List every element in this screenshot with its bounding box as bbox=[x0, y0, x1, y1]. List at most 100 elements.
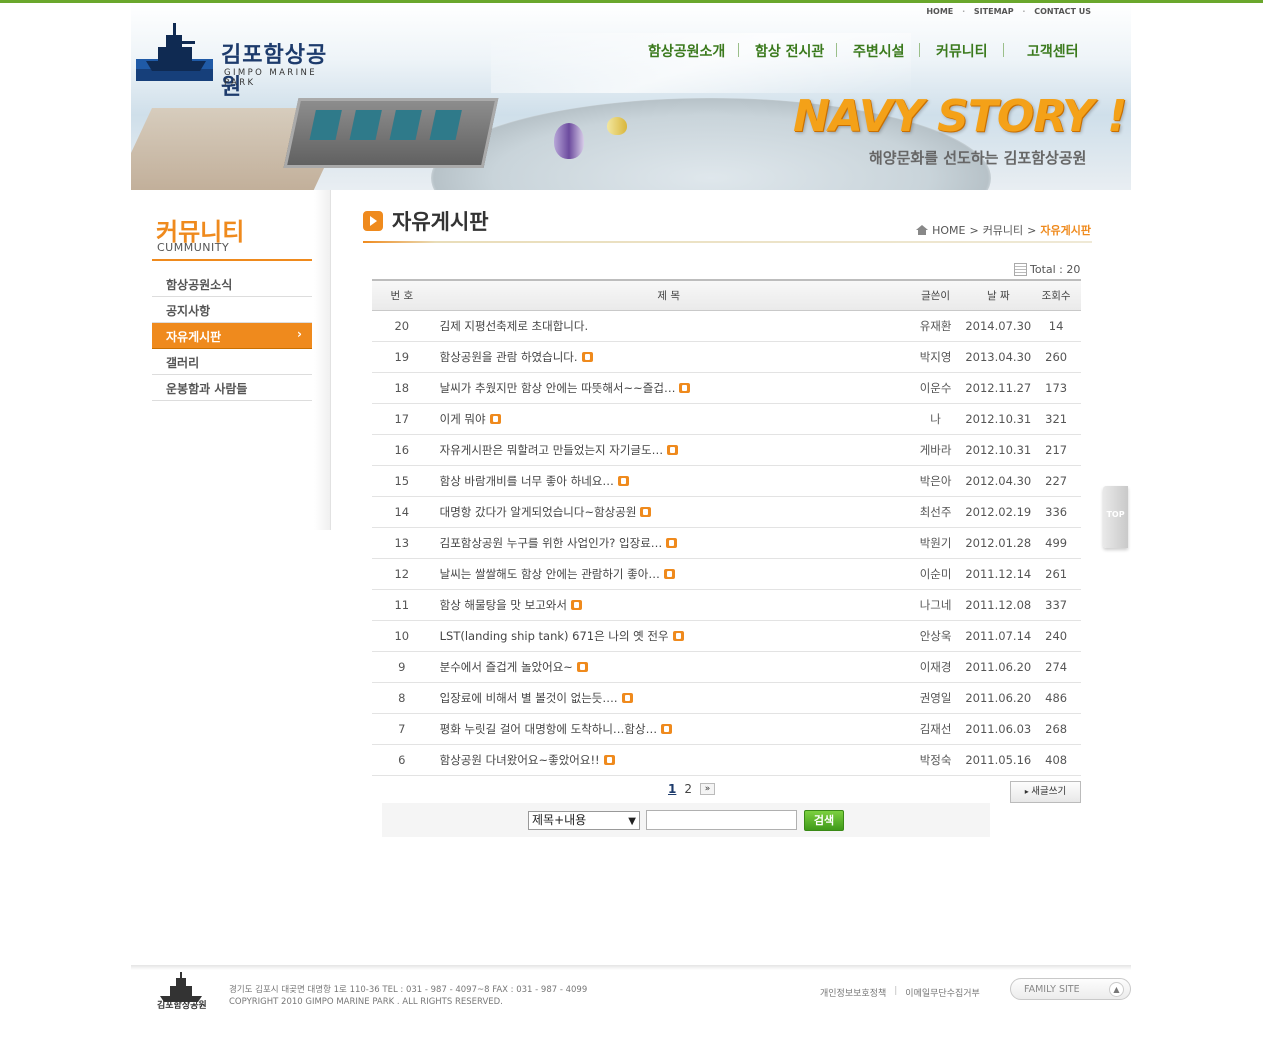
family-site-label: FAMILY SITE bbox=[1024, 984, 1080, 995]
row-title-link-text: 김포함상공원 누구를 위한 사업인가? 입장료… bbox=[439, 535, 663, 550]
logo-subtitle: GIMPO MARINE PARK bbox=[224, 68, 318, 88]
gnb-item-community[interactable]: 커뮤니티 bbox=[936, 41, 988, 61]
footer-copyright: COPYRIGHT 2010 GIMPO MARINE PARK . ALL R… bbox=[229, 997, 503, 1007]
search-input[interactable] bbox=[646, 810, 797, 830]
util-sitemap-link[interactable]: SITEMAP bbox=[974, 7, 1014, 16]
row-title-link[interactable]: 김제 지평선축제로 초대합니다. bbox=[431, 310, 906, 342]
privacy-policy-link[interactable]: 개인정보보호정책 bbox=[820, 986, 886, 999]
email-refusal-link[interactable]: 이메일무단수집거부 bbox=[905, 986, 980, 999]
row-title-link[interactable]: 대명항 갔다가 알게되었습니다~함상공원 bbox=[431, 496, 906, 528]
util-contact-link[interactable]: CONTACT US bbox=[1034, 7, 1091, 16]
page-link[interactable]: 2 bbox=[684, 782, 692, 796]
table-row: 17 이게 뭐야 나 2012.10.31 321 bbox=[372, 403, 1081, 435]
row-author: 박원기 bbox=[905, 527, 966, 559]
sidebar-item-notice[interactable]: 공지사항 bbox=[152, 297, 312, 323]
row-title-link[interactable]: 평화 누릿길 걸어 대명항에 도착하니…함상… bbox=[431, 713, 906, 745]
row-title-link[interactable]: 날씨가 추웠지만 함상 안에는 따뜻해서~~즐겁… bbox=[431, 372, 906, 404]
row-views: 260 bbox=[1031, 341, 1081, 373]
gnb-item-support[interactable]: 고객센터 bbox=[1027, 41, 1079, 61]
row-number: 12 bbox=[372, 558, 432, 590]
total-count-label: Total : 20 bbox=[1030, 263, 1081, 276]
row-views-text: 337 bbox=[1045, 597, 1068, 612]
row-author-text: 박원기 bbox=[919, 535, 952, 550]
row-date-text: 2012.04.30 bbox=[965, 473, 1032, 488]
row-date-text: 2011.06.20 bbox=[965, 690, 1032, 705]
row-author-text: 이운수 bbox=[919, 380, 952, 395]
row-views-text: 173 bbox=[1045, 380, 1068, 395]
util-home-link[interactable]: HOME bbox=[926, 7, 953, 16]
row-title-link[interactable]: 입장료에 비해서 별 볼것이 없는듯…. bbox=[431, 682, 906, 714]
row-author: 나 bbox=[905, 403, 966, 435]
row-author-text: 유재환 bbox=[919, 318, 952, 333]
sidebar-item-news[interactable]: 함상공원소식 bbox=[152, 271, 312, 297]
search-field-select[interactable]: 제목+내용 ▼ bbox=[528, 811, 640, 830]
new-post-icon bbox=[667, 444, 679, 455]
row-views: 336 bbox=[1031, 496, 1081, 528]
footer-divider bbox=[131, 965, 1131, 970]
new-post-icon bbox=[489, 413, 501, 424]
row-number-text: 18 bbox=[394, 380, 410, 395]
row-title-link[interactable]: 함상 해물탕을 맛 보고와서 bbox=[431, 589, 906, 621]
site-logo[interactable]: 김포함상공원 GIMPO MARINE PARK bbox=[136, 21, 346, 100]
search-field-selected: 제목+내용 bbox=[532, 813, 587, 827]
row-views-text: 240 bbox=[1045, 628, 1068, 643]
row-date-text: 2013.04.30 bbox=[965, 349, 1032, 364]
row-title-link[interactable]: LST(landing ship tank) 671은 나의 옛 전우 bbox=[431, 620, 906, 652]
sidebar-item-free-board[interactable]: 자유게시판 › bbox=[152, 323, 312, 349]
family-site-select[interactable]: FAMILY SITE ▲ bbox=[1010, 978, 1131, 1000]
table-row: 19 함상공원을 관람 하였습니다. 박지영 2013.04.30 260 bbox=[372, 341, 1081, 373]
row-title-link[interactable]: 함상 바람개비를 너무 좋아 하네요… bbox=[431, 465, 906, 497]
row-author: 김재선 bbox=[905, 713, 966, 745]
row-date: 2011.06.20 bbox=[965, 682, 1032, 714]
table-row: 8 입장료에 비해서 별 볼것이 없는듯…. 권영일 2011.06.20 486 bbox=[372, 682, 1081, 714]
new-post-icon bbox=[576, 661, 588, 672]
row-title-link-text: 함상공원을 관람 하였습니다. bbox=[439, 349, 578, 364]
balloon-icon bbox=[607, 117, 627, 135]
row-author: 박정숙 bbox=[905, 744, 966, 776]
gnb-item-facilities[interactable]: 주변시설 bbox=[853, 41, 905, 61]
row-views: 337 bbox=[1031, 589, 1081, 621]
row-number-text: 8 bbox=[398, 690, 406, 705]
page-link-current[interactable]: 1 bbox=[668, 782, 676, 796]
row-views-text: 499 bbox=[1045, 535, 1068, 550]
row-date: 2012.02.19 bbox=[965, 496, 1032, 528]
row-author-text: 박지영 bbox=[919, 349, 952, 364]
gnb-item-exhibition[interactable]: 함상 전시관 bbox=[755, 41, 824, 61]
row-author: 유재환 bbox=[905, 310, 966, 342]
sidebar-item-gallery[interactable]: 갤러리 bbox=[152, 349, 312, 375]
table-row: 20 김제 지평선축제로 초대합니다. 유재환 2014.07.30 14 bbox=[372, 310, 1081, 342]
write-post-button[interactable]: 새글쓰기 bbox=[1010, 781, 1081, 803]
row-title-link[interactable]: 김포함상공원 누구를 위한 사업인가? 입장료… bbox=[431, 527, 906, 559]
row-views-text: 268 bbox=[1045, 721, 1068, 736]
pagination: 1 2 » bbox=[668, 782, 715, 796]
sidebar-divider bbox=[152, 259, 312, 261]
row-title-link[interactable]: 분수에서 즐겁게 놀았어요~ bbox=[431, 651, 906, 683]
row-number: 19 bbox=[372, 341, 432, 373]
new-post-icon bbox=[617, 475, 629, 486]
row-number: 18 bbox=[372, 372, 432, 404]
row-title-link-text: 함상 바람개비를 너무 좋아 하네요… bbox=[439, 473, 614, 488]
row-author-text: 최선주 bbox=[919, 504, 952, 519]
scroll-top-button[interactable]: TOP bbox=[1103, 486, 1128, 548]
gnb-item-intro[interactable]: 함상공원소개 bbox=[648, 41, 725, 61]
new-post-icon bbox=[640, 506, 652, 517]
row-title-link[interactable]: 자유게시판은 뭐할려고 만들었는지 자기글도… bbox=[431, 434, 906, 466]
next-page-icon[interactable]: » bbox=[700, 783, 715, 795]
row-title-link[interactable]: 이게 뭐야 bbox=[431, 403, 906, 435]
row-title-link[interactable]: 함상공원을 관람 하였습니다. bbox=[431, 341, 906, 373]
row-author: 이재경 bbox=[905, 651, 966, 683]
row-date-text: 2011.06.20 bbox=[965, 659, 1032, 674]
row-views-text: 260 bbox=[1045, 349, 1068, 364]
row-views: 274 bbox=[1031, 651, 1081, 683]
sidebar-item-people[interactable]: 운봉함과 사람들 bbox=[152, 375, 312, 401]
row-title-link-text: LST(landing ship tank) 671은 나의 옛 전우 bbox=[439, 628, 669, 643]
search-button[interactable]: 검색 bbox=[804, 810, 844, 831]
row-number: 16 bbox=[372, 434, 432, 466]
table-row: 6 함상공원 다녀왔어요~좋았어요!! 박정숙 2011.05.16 408 bbox=[372, 744, 1081, 776]
row-title-link[interactable]: 날씨는 쌀쌀해도 함상 안에는 관람하기 좋아… bbox=[431, 558, 906, 590]
row-number-text: 20 bbox=[394, 318, 410, 333]
row-views: 486 bbox=[1031, 682, 1081, 714]
breadcrumb-home[interactable]: HOME bbox=[932, 224, 965, 237]
row-title-link[interactable]: 함상공원 다녀왔어요~좋았어요!! bbox=[431, 744, 906, 776]
breadcrumb-community[interactable]: 커뮤니티 bbox=[983, 222, 1023, 238]
